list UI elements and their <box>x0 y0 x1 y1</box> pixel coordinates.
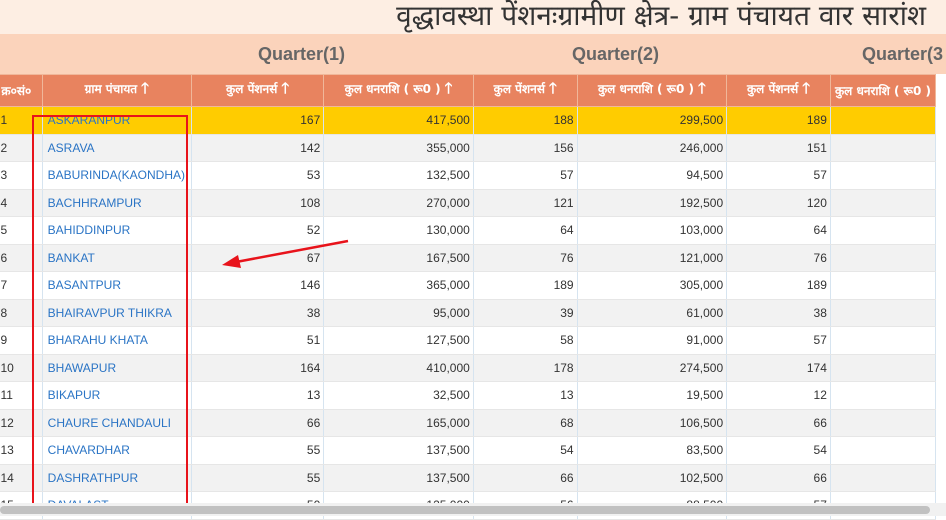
scrollbar-thumb[interactable] <box>0 506 930 514</box>
annotation-arrow-icon <box>222 239 349 268</box>
horizontal-scrollbar[interactable] <box>0 503 946 516</box>
